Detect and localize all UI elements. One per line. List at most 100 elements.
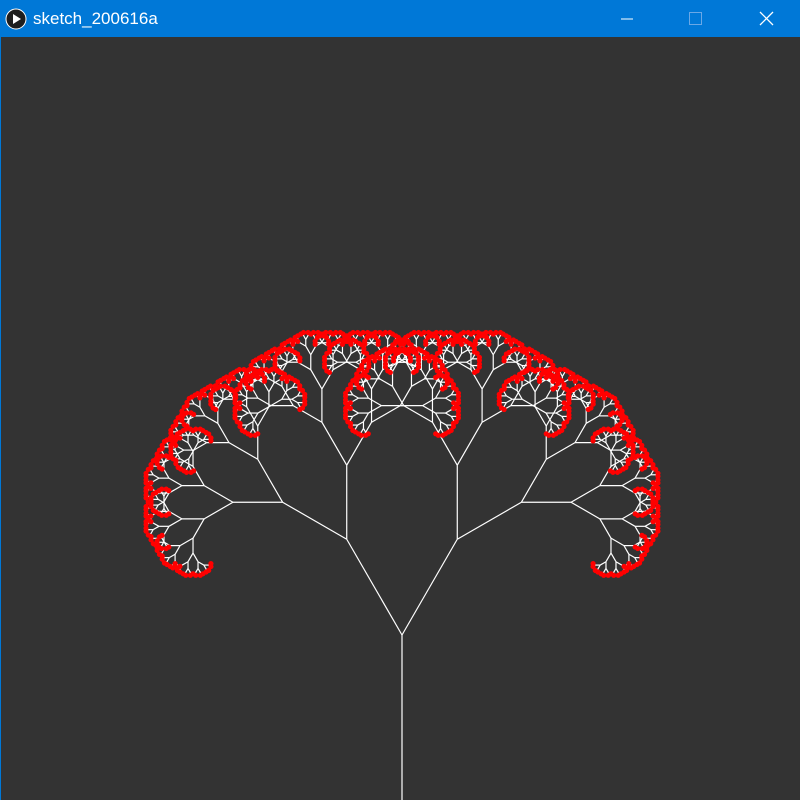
leaf-dot xyxy=(439,386,446,392)
tree-branch xyxy=(252,412,259,423)
tree-branch xyxy=(282,501,348,540)
tree-branch xyxy=(186,465,190,470)
tree-branch xyxy=(195,568,199,573)
leaf-dot xyxy=(191,411,197,418)
tree-branch xyxy=(286,351,290,357)
tree-branch xyxy=(516,390,523,400)
tree-branch xyxy=(197,561,205,566)
tree-branch xyxy=(252,389,259,399)
leaf-dot xyxy=(297,406,303,413)
leaf-dot xyxy=(601,426,607,432)
maximize-button[interactable] xyxy=(673,0,719,37)
tree-branch xyxy=(179,537,194,547)
tree-branch xyxy=(346,538,403,636)
leaf-dot xyxy=(382,329,389,336)
tree-branch xyxy=(619,449,627,454)
leaf-dot xyxy=(635,453,641,459)
window-title: sketch_200616a xyxy=(33,9,158,28)
processing-play-icon[interactable] xyxy=(5,8,27,30)
leaf-dot xyxy=(411,329,417,336)
leaf-dot xyxy=(187,572,193,578)
close-icon xyxy=(759,11,774,26)
close-button[interactable] xyxy=(742,0,788,37)
leaf-dot xyxy=(159,532,165,538)
tree-branch xyxy=(163,526,170,536)
tree-branch xyxy=(305,345,312,356)
tree-branch xyxy=(440,421,447,426)
leaf-dot xyxy=(281,374,288,380)
tree-branch xyxy=(217,423,230,443)
tree-branch xyxy=(199,406,206,417)
tree-branch xyxy=(411,378,425,387)
tree-branch xyxy=(163,469,170,479)
leaf-dot xyxy=(310,329,317,336)
tree-branch xyxy=(603,403,611,408)
leaf-dot xyxy=(512,346,518,352)
tree-branch xyxy=(599,518,612,539)
tree-branch xyxy=(177,446,185,451)
leaf-dot xyxy=(159,486,165,492)
tree-branch xyxy=(545,442,576,460)
minimize-button[interactable] xyxy=(604,0,650,37)
tree-branch xyxy=(241,372,245,377)
tree-branch xyxy=(374,369,381,380)
minimize-icon xyxy=(621,18,633,20)
tree-branch xyxy=(168,518,183,527)
leaf-dot xyxy=(535,353,541,360)
tree-branch xyxy=(574,423,587,443)
tree-branch xyxy=(268,382,275,393)
tree-branch xyxy=(619,446,627,451)
tree-branch xyxy=(644,522,652,527)
tree-branch xyxy=(422,405,436,414)
tree-branch xyxy=(352,397,359,402)
tree-branch xyxy=(152,474,160,479)
tree-branch xyxy=(152,525,160,531)
sketch-canvas[interactable] xyxy=(0,37,800,800)
tree-branch xyxy=(185,568,189,573)
leaf-dot xyxy=(543,431,549,437)
leaf-dot xyxy=(350,329,356,336)
tree-branch xyxy=(487,345,494,356)
tree-branch xyxy=(555,412,563,417)
tree-branch xyxy=(321,421,348,466)
leaf-dot xyxy=(599,391,605,397)
tree-branch xyxy=(445,397,452,402)
leaf-dot xyxy=(547,366,553,373)
title-bar[interactable]: sketch_200616a xyxy=(0,0,800,37)
tree-branch xyxy=(570,501,601,520)
leaf-dot xyxy=(407,358,414,364)
tree-branch xyxy=(580,388,584,394)
leaf-dot xyxy=(297,358,303,364)
tree-branch xyxy=(401,538,458,636)
tree-branch xyxy=(605,442,612,452)
tree-branch xyxy=(555,409,563,414)
tree-branch xyxy=(193,403,201,408)
tree-branch xyxy=(204,415,219,424)
tree-branch xyxy=(445,412,452,417)
tree-branch xyxy=(310,369,323,390)
tree-branch xyxy=(250,428,254,433)
tree-branch xyxy=(545,412,552,423)
leaf-dot xyxy=(605,572,611,578)
leaf-dot xyxy=(259,366,265,373)
tree-branch xyxy=(152,477,160,483)
leaf-dot xyxy=(163,512,169,518)
tree-branch xyxy=(168,477,183,487)
tree-branch xyxy=(362,412,369,423)
maximize-icon xyxy=(689,12,702,25)
leaf-dot xyxy=(440,432,446,438)
leaf-dot xyxy=(576,383,582,389)
tree-branch xyxy=(352,409,359,414)
tree-branch xyxy=(511,386,518,392)
tree-branch xyxy=(634,469,641,479)
leaf-dot xyxy=(443,329,449,336)
tree-branch xyxy=(368,397,382,407)
tree-branch xyxy=(360,428,364,433)
leaf-dot xyxy=(174,565,180,571)
tree-branch xyxy=(187,552,194,563)
tree-branch xyxy=(228,442,259,460)
leaf-dot xyxy=(493,329,499,336)
leaf-dot xyxy=(323,329,329,336)
tree-branch xyxy=(613,568,617,573)
leaf-dot xyxy=(615,572,621,578)
